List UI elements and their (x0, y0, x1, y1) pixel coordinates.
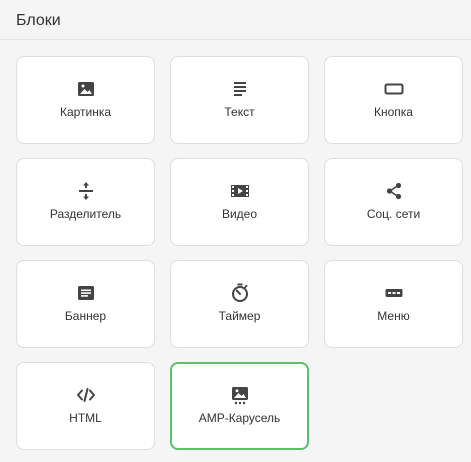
code-icon (76, 385, 96, 405)
panel-header: Блоки (0, 0, 471, 40)
text-icon (230, 79, 250, 99)
block-tile-timer[interactable]: Таймер (170, 260, 309, 348)
block-label: Картинка (59, 105, 112, 119)
block-tile-divider[interactable]: Разделитель (16, 158, 155, 246)
block-label: Таймер (218, 309, 261, 323)
divider-icon (76, 181, 96, 201)
blocks-grid: Картинка Текст Кнопка Разделитель Видео … (16, 56, 463, 450)
block-tile-banner[interactable]: Баннер (16, 260, 155, 348)
block-label: Текст (224, 105, 255, 119)
block-tile-menu[interactable]: Меню (324, 260, 463, 348)
video-icon (230, 181, 250, 201)
block-tile-text[interactable]: Текст (170, 56, 309, 144)
block-tile-html[interactable]: HTML (16, 362, 155, 450)
share-icon (384, 181, 404, 201)
panel-title: Блоки (16, 12, 61, 29)
block-label: Баннер (64, 309, 107, 323)
block-label: Соц. сети (366, 207, 421, 221)
block-label: Кнопка (374, 105, 413, 119)
button-icon (384, 79, 404, 99)
banner-icon (76, 283, 96, 303)
block-label: Меню (377, 309, 410, 323)
block-label: Разделитель (49, 207, 122, 221)
block-tile-social[interactable]: Соц. сети (324, 158, 463, 246)
image-icon (76, 79, 96, 99)
block-tile-amp-carousel[interactable]: AMP-Карусель (170, 362, 309, 450)
block-label: AMP-Карусель (198, 411, 281, 425)
block-label: HTML (69, 411, 102, 425)
menu-icon (384, 283, 404, 303)
block-tile-video[interactable]: Видео (170, 158, 309, 246)
block-tile-button[interactable]: Кнопка (324, 56, 463, 144)
block-label: Видео (221, 207, 258, 221)
block-tile-image[interactable]: Картинка (16, 56, 155, 144)
timer-icon (230, 283, 250, 303)
carousel-icon (230, 385, 250, 405)
